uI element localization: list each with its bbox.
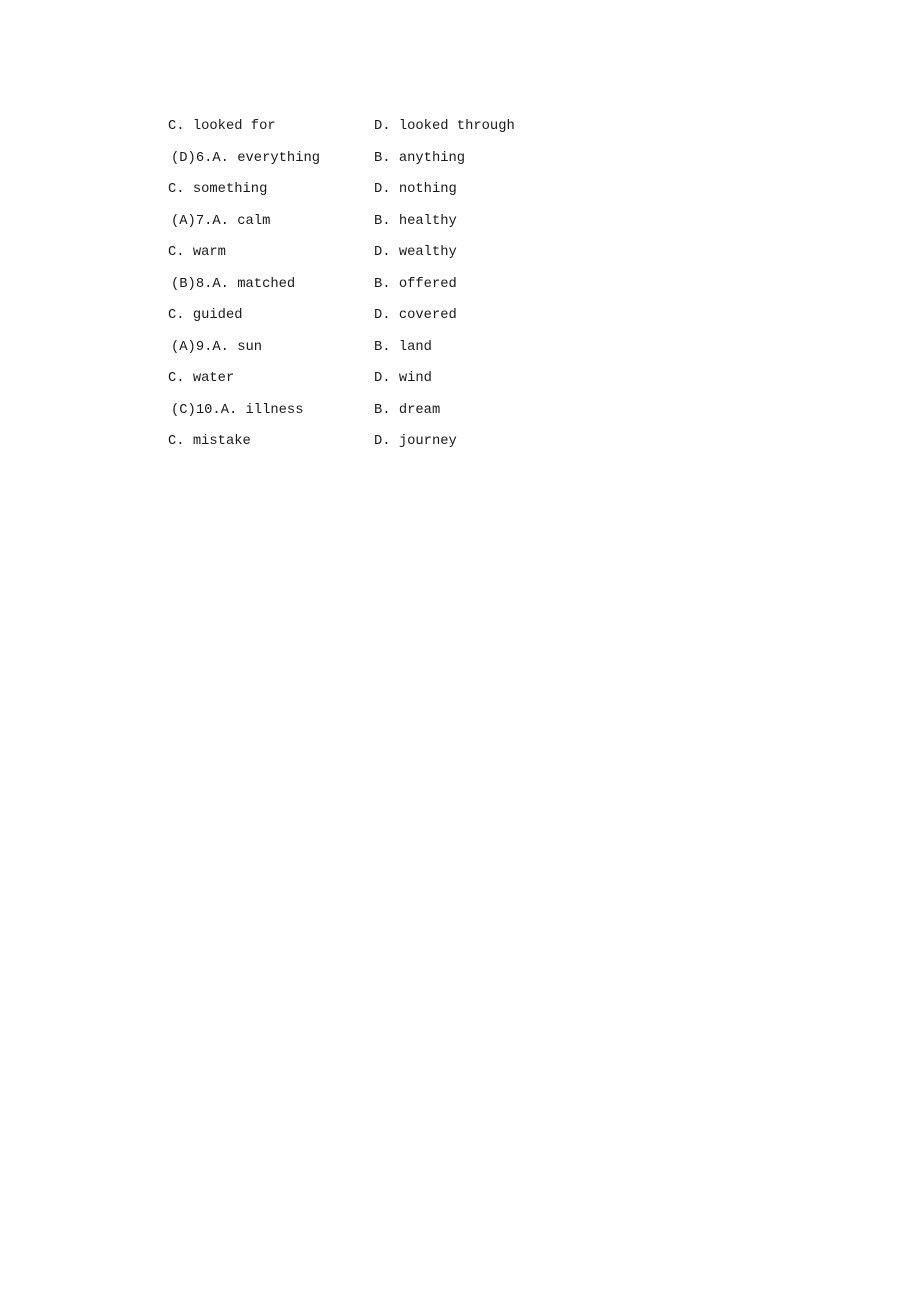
option-letter: C.	[168, 182, 185, 197]
option-text: water	[192, 371, 235, 386]
option-text: mistake	[192, 434, 251, 449]
option-continuation-row: C. looked for D. looked through	[168, 111, 788, 143]
option-letter: D.	[374, 308, 391, 323]
answer-key-row: (D)6.A. everything B. anything	[168, 143, 788, 175]
answer-key-row: (A)9.A. sun B. land	[168, 332, 788, 364]
answer-row-left-column: (A)9.A. sun	[171, 332, 262, 364]
option-letter: D.	[374, 182, 391, 197]
option-text: offered	[398, 276, 457, 292]
option-text: nothing	[398, 182, 457, 197]
answer-key-row: (A)7.A. calm B. healthy	[168, 206, 788, 238]
option-text: warm	[192, 245, 226, 260]
correct-answer-marker: (A)	[171, 213, 196, 229]
question-number: 9.	[195, 339, 213, 355]
question-number: 7.	[195, 213, 213, 229]
option-continuation-row: C. something D. nothing	[168, 174, 788, 206]
option-text: looked for	[192, 119, 276, 134]
option-text: anything	[398, 150, 466, 166]
option-letter: C.	[168, 308, 185, 323]
option-letter: B.	[374, 402, 391, 418]
question-number: 10.	[195, 402, 221, 418]
option-text: dream	[398, 402, 441, 418]
option-text: land	[398, 339, 432, 355]
option-text: matched	[237, 276, 296, 292]
answer-row-right-column: D. wealthy	[374, 237, 457, 269]
answer-row-right-column: B. land	[374, 332, 432, 364]
option-text: everything	[237, 150, 321, 166]
option-letter: A.	[212, 276, 229, 292]
answer-row-right-column: D. nothing	[374, 174, 457, 206]
answer-row-left-column: C. warm	[168, 237, 226, 269]
correct-answer-marker: (D)	[171, 150, 196, 166]
correct-answer-marker: (C)	[171, 402, 196, 418]
answer-row-left-column: (D)6.A. everything	[171, 143, 320, 175]
option-text: looked through	[398, 119, 515, 134]
answer-row-right-column: D. wind	[374, 363, 432, 395]
answer-row-left-column: C. something	[168, 174, 267, 206]
option-letter: C.	[168, 434, 185, 449]
option-letter: C.	[168, 371, 185, 386]
correct-answer-marker: (A)	[171, 339, 196, 355]
answer-row-right-column: B. offered	[374, 269, 457, 301]
option-letter: A.	[212, 150, 229, 166]
option-letter: D.	[374, 434, 391, 449]
answer-row-left-column: C. mistake	[168, 426, 251, 458]
answer-row-right-column: D. looked through	[374, 111, 515, 143]
option-text: wealthy	[398, 245, 457, 260]
answer-row-left-column: (A)7.A. calm	[171, 206, 270, 238]
option-text: journey	[398, 434, 457, 449]
option-letter: D.	[374, 119, 391, 134]
option-letter: B.	[374, 213, 391, 229]
correct-answer-marker: (B)	[171, 276, 196, 292]
option-letter: A.	[212, 213, 229, 229]
answer-row-left-column: C. looked for	[168, 111, 276, 143]
option-text: illness	[245, 402, 304, 418]
option-letter: C.	[168, 245, 185, 260]
option-letter: B.	[374, 150, 391, 166]
option-letter: A.	[220, 402, 238, 418]
option-letter: C.	[168, 119, 185, 134]
option-text: wind	[398, 371, 432, 386]
answer-row-right-column: B. dream	[374, 395, 440, 427]
option-letter: D.	[374, 245, 391, 260]
option-text: sun	[237, 339, 263, 355]
option-text: covered	[398, 308, 457, 323]
option-text: healthy	[398, 213, 457, 229]
answer-row-right-column: B. healthy	[374, 206, 457, 238]
option-text: guided	[192, 308, 243, 323]
answer-row-right-column: D. journey	[374, 426, 457, 458]
option-letter: B.	[374, 276, 391, 292]
answer-key-list: C. looked for D. looked through (D)6.A. ev…	[168, 111, 788, 458]
document-page: C. looked for D. looked through (D)6.A. ev…	[0, 0, 920, 1302]
answer-row-left-column: (C)10.A. illness	[171, 395, 304, 427]
option-letter: D.	[374, 371, 391, 386]
option-continuation-row: C. mistake D. journey	[168, 426, 788, 458]
option-text: something	[192, 182, 268, 197]
option-continuation-row: C. warm D. wealthy	[168, 237, 788, 269]
option-continuation-row: C. guided D. covered	[168, 300, 788, 332]
answer-key-row: (B)8.A. matched B. offered	[168, 269, 788, 301]
answer-key-row: (C)10.A. illness B. dream	[168, 395, 788, 427]
answer-row-right-column: B. anything	[374, 143, 465, 175]
answer-row-left-column: C. guided	[168, 300, 243, 332]
answer-row-left-column: C. water	[168, 363, 234, 395]
answer-row-right-column: D. covered	[374, 300, 457, 332]
answer-row-left-column: (B)8.A. matched	[171, 269, 295, 301]
option-letter: B.	[374, 339, 391, 355]
option-text: calm	[237, 213, 271, 229]
question-number: 6.	[195, 150, 213, 166]
option-continuation-row: C. water D. wind	[168, 363, 788, 395]
option-letter: A.	[212, 339, 229, 355]
question-number: 8.	[195, 276, 213, 292]
